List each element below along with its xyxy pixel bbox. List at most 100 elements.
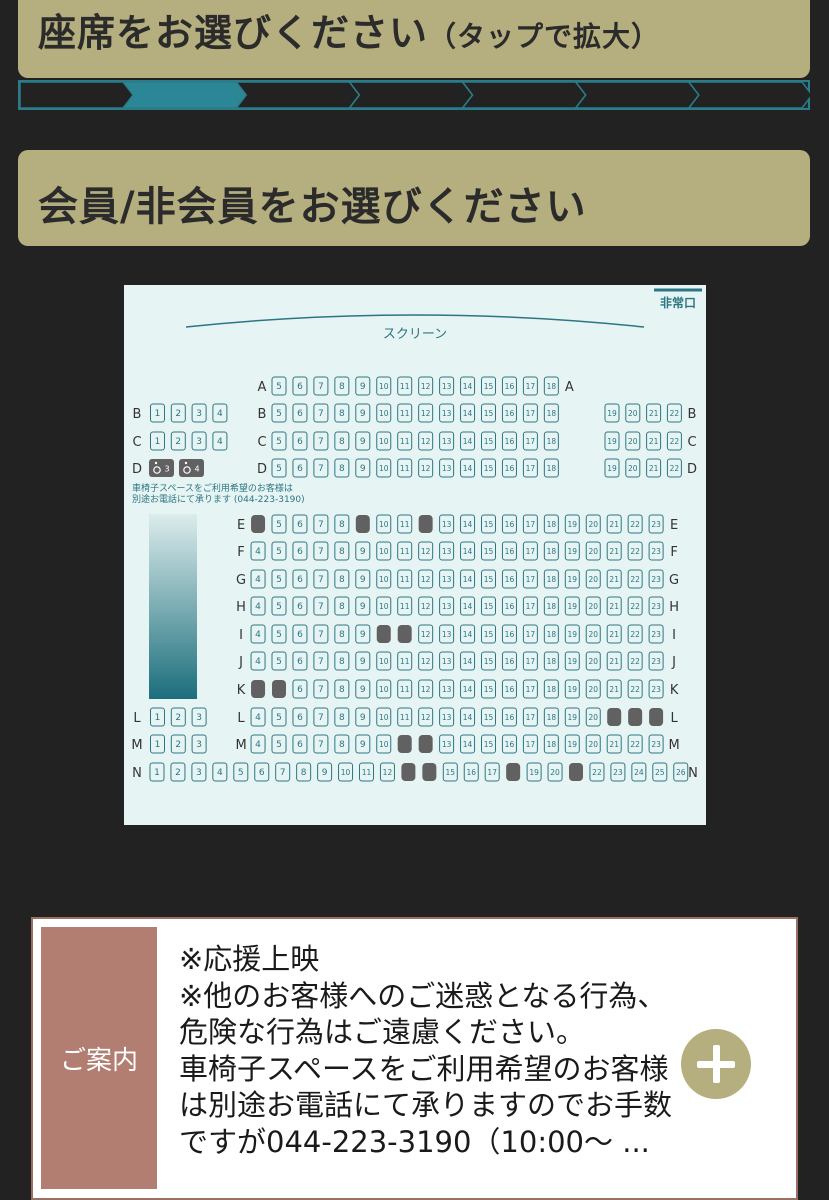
seat-G-11[interactable]: 11: [397, 569, 413, 589]
seat-B-11[interactable]: 11: [397, 403, 413, 423]
seat-A-8[interactable]: 8: [334, 376, 350, 396]
seat-K-7[interactable]: 7: [313, 679, 329, 699]
seat-E-20[interactable]: 20: [585, 514, 601, 534]
seat-E-22[interactable]: 22: [627, 514, 643, 534]
seat-L-20[interactable]: 20: [585, 707, 601, 727]
seat-D-17[interactable]: 17: [522, 458, 538, 478]
seat-N-20[interactable]: 20: [547, 762, 563, 782]
seat-A-17[interactable]: 17: [522, 376, 538, 396]
seat-N-17[interactable]: 17: [484, 762, 500, 782]
seat-H-8[interactable]: 8: [334, 596, 350, 616]
seat-L-18[interactable]: 18: [543, 707, 559, 727]
seat-B-1[interactable]: 1: [150, 403, 165, 423]
seat-B-10[interactable]: 10: [376, 403, 392, 423]
seat-C-19[interactable]: 19: [604, 431, 620, 451]
seat-C-4[interactable]: 4: [212, 431, 228, 451]
seat-D-5[interactable]: 5: [271, 458, 287, 478]
seat-K-15[interactable]: 15: [481, 679, 496, 699]
wheelchair-seat-3[interactable]: 3: [149, 459, 174, 477]
seat-H-9[interactable]: 9: [355, 596, 371, 616]
seat-D-15[interactable]: 15: [481, 458, 496, 478]
seat-J-4[interactable]: 4: [250, 651, 266, 671]
seat-C-17[interactable]: 17: [522, 431, 538, 451]
seat-F-5[interactable]: 5: [271, 541, 287, 561]
seat-B-3[interactable]: 3: [191, 403, 207, 423]
seat-M-4[interactable]: 4: [250, 734, 266, 754]
seat-G-10[interactable]: 10: [376, 569, 392, 589]
seat-H-4[interactable]: 4: [250, 596, 266, 616]
seat-A-7[interactable]: 7: [313, 376, 329, 396]
seat-H-13[interactable]: 13: [439, 596, 455, 616]
seat-N-10[interactable]: 10: [338, 762, 354, 782]
seat-M-15[interactable]: 15: [481, 734, 496, 754]
seat-F-21[interactable]: 21: [606, 541, 622, 561]
seat-D-14[interactable]: 14: [460, 458, 476, 478]
seat-B-22[interactable]: 22: [666, 403, 682, 423]
seat-K-12[interactable]: 12: [418, 679, 434, 699]
seat-M-18[interactable]: 18: [543, 734, 559, 754]
seat-L-6[interactable]: 6: [292, 707, 308, 727]
seat-H-22[interactable]: 22: [627, 596, 643, 616]
seat-I-8[interactable]: 8: [334, 624, 350, 644]
seat-E-19[interactable]: 19: [564, 514, 580, 534]
seat-F-23[interactable]: 23: [648, 541, 664, 561]
seat-B-20[interactable]: 20: [625, 403, 641, 423]
seat-J-5[interactable]: 5: [271, 651, 287, 671]
seat-B-5[interactable]: 5: [271, 403, 287, 423]
seat-M-3[interactable]: 3: [191, 734, 207, 754]
seat-D-13[interactable]: 13: [439, 458, 455, 478]
seat-J-13[interactable]: 13: [439, 651, 455, 671]
seat-J-8[interactable]: 8: [334, 651, 350, 671]
seat-B-16[interactable]: 16: [501, 403, 517, 423]
seat-N-7[interactable]: 7: [275, 762, 291, 782]
seat-H-16[interactable]: 16: [501, 596, 517, 616]
seat-K-23[interactable]: 23: [648, 679, 664, 699]
seat-A-16[interactable]: 16: [501, 376, 517, 396]
seat-H-17[interactable]: 17: [522, 596, 538, 616]
seat-A-14[interactable]: 14: [460, 376, 476, 396]
seat-I-16[interactable]: 16: [501, 624, 517, 644]
seat-C-10[interactable]: 10: [376, 431, 392, 451]
seat-C-21[interactable]: 21: [646, 431, 662, 451]
seat-B-18[interactable]: 18: [543, 403, 559, 423]
seat-D-8[interactable]: 8: [334, 458, 350, 478]
seat-K-19[interactable]: 19: [564, 679, 580, 699]
seat-H-6[interactable]: 6: [292, 596, 308, 616]
seat-D-19[interactable]: 19: [604, 458, 620, 478]
seat-D-21[interactable]: 21: [646, 458, 662, 478]
seat-L-11[interactable]: 11: [397, 707, 413, 727]
seat-N-9[interactable]: 9: [317, 762, 333, 782]
seat-D-9[interactable]: 9: [355, 458, 371, 478]
seat-G-16[interactable]: 16: [501, 569, 517, 589]
seat-J-17[interactable]: 17: [522, 651, 538, 671]
seat-B-21[interactable]: 21: [646, 403, 662, 423]
seat-M-13[interactable]: 13: [439, 734, 455, 754]
seat-N-4[interactable]: 4: [212, 762, 228, 782]
seat-F-17[interactable]: 17: [522, 541, 538, 561]
seat-L-4[interactable]: 4: [250, 707, 266, 727]
seat-N-2[interactable]: 2: [170, 762, 186, 782]
seat-M-22[interactable]: 22: [627, 734, 643, 754]
seat-B-12[interactable]: 12: [418, 403, 434, 423]
seat-K-22[interactable]: 22: [627, 679, 643, 699]
seat-L-2[interactable]: 2: [170, 707, 186, 727]
seat-L-19[interactable]: 19: [564, 707, 580, 727]
seat-H-14[interactable]: 14: [460, 596, 476, 616]
seat-G-15[interactable]: 15: [481, 569, 496, 589]
seat-F-10[interactable]: 10: [376, 541, 392, 561]
seat-C-6[interactable]: 6: [292, 431, 308, 451]
seat-E-14[interactable]: 14: [460, 514, 476, 534]
seat-C-5[interactable]: 5: [271, 431, 287, 451]
seat-J-9[interactable]: 9: [355, 651, 371, 671]
seat-L-17[interactable]: 17: [522, 707, 538, 727]
seat-K-21[interactable]: 21: [606, 679, 622, 699]
seat-E-21[interactable]: 21: [606, 514, 622, 534]
seat-J-19[interactable]: 19: [564, 651, 580, 671]
seat-J-11[interactable]: 11: [397, 651, 413, 671]
seat-A-10[interactable]: 10: [376, 376, 392, 396]
seat-M-2[interactable]: 2: [170, 734, 186, 754]
seat-I-9[interactable]: 9: [355, 624, 371, 644]
seat-I-22[interactable]: 22: [627, 624, 643, 644]
plus-icon[interactable]: [681, 1029, 751, 1099]
seat-K-9[interactable]: 9: [355, 679, 371, 699]
